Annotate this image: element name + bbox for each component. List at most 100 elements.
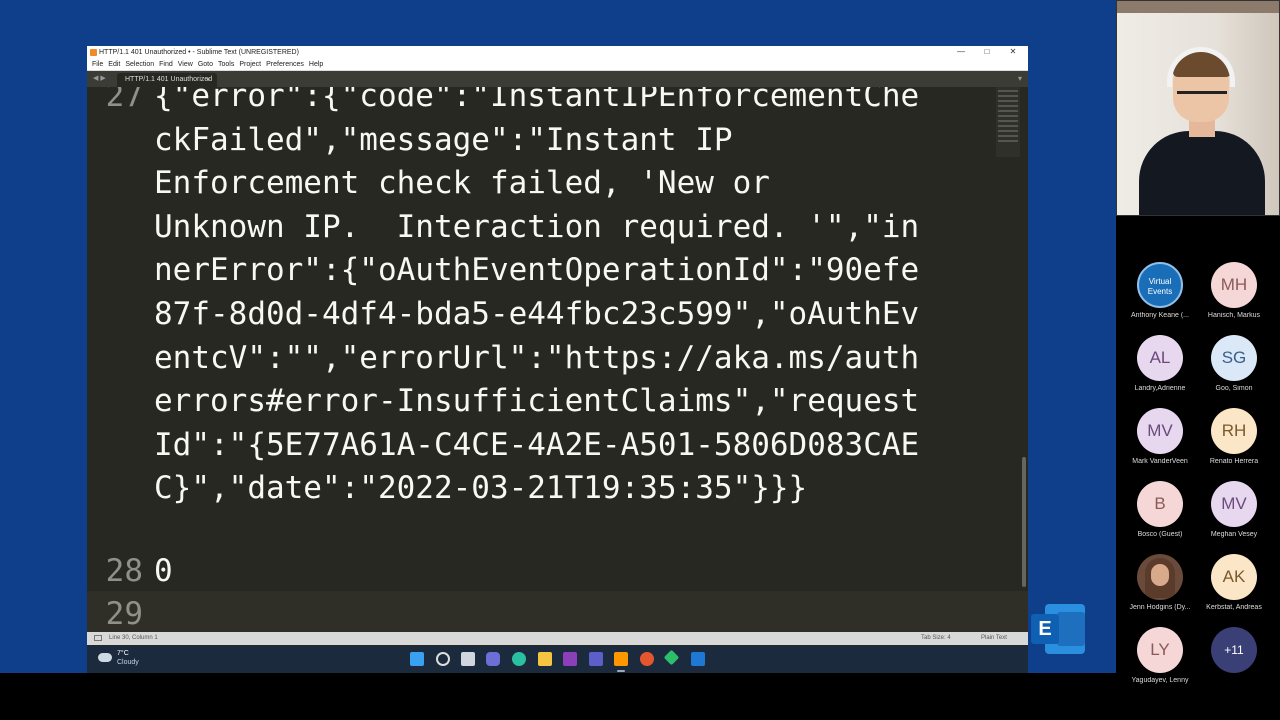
window-title: HTTP/1.1 401 Unauthorized • - Sublime Te… <box>99 49 299 56</box>
participant-tile[interactable]: MV Mark VanderVeen <box>1124 408 1196 465</box>
unsaved-dot-icon[interactable]: ● <box>206 73 210 87</box>
participant-tile[interactable]: MV Meghan Vesey <box>1198 481 1270 538</box>
participant-name: Bosco (Guest) <box>1137 531 1183 538</box>
sublime-text-icon[interactable] <box>614 652 628 666</box>
tab-nav-arrows-icon[interactable]: ◀ ▶ <box>93 74 106 82</box>
menu-goto[interactable]: Goto <box>198 61 213 68</box>
more-participants-button[interactable]: +11 <box>1198 627 1270 673</box>
letterbox-bar <box>0 673 1280 720</box>
teams-chat-icon[interactable] <box>486 652 500 666</box>
windows-start-icon[interactable] <box>410 652 424 666</box>
code-line: entcV":"","errorUrl":"https://aka.ms/aut… <box>154 339 920 376</box>
menu-view[interactable]: View <box>178 61 193 68</box>
menu-find[interactable]: Find <box>159 61 173 68</box>
menu-edit[interactable]: Edit <box>108 61 120 68</box>
participant-tile[interactable]: LY Yagudayev, Lenny <box>1124 627 1196 684</box>
avatar: MV <box>1137 408 1183 454</box>
cloud-icon[interactable] <box>98 653 112 662</box>
code-line: C}","date":"2022-03-21T19:35:35"}}} <box>154 470 808 507</box>
teams-icon[interactable] <box>589 652 603 666</box>
minimize-button[interactable]: — <box>947 46 975 59</box>
code-line: Enforcement check failed, 'New or <box>154 165 770 202</box>
participant-tile[interactable]: AK Kerbstat, Andreas <box>1198 554 1270 611</box>
task-view-icon[interactable] <box>461 652 475 666</box>
edge-icon[interactable] <box>512 652 526 666</box>
participant-name: Jenn Hodgins (Dy... <box>1129 604 1191 611</box>
onenote-icon[interactable] <box>563 652 577 666</box>
code-editor[interactable]: 27 28 29 30 {"error":{"code":"InstantIPE… <box>87 87 1028 632</box>
weather-description[interactable]: Cloudy <box>117 659 139 666</box>
menu-tools[interactable]: Tools <box>218 61 234 68</box>
participant-name: Kerbstat, Andreas <box>1206 604 1262 611</box>
meeting-participants-panel: Virtual Events Anthony Keane (... MH Han… <box>1116 0 1280 684</box>
exchange-logo-icon: E <box>1031 604 1086 654</box>
participant-name: Hanisch, Markus <box>1207 312 1261 319</box>
participant-name: Landry,Adrienne <box>1134 385 1186 392</box>
avatar: MV <box>1211 481 1257 527</box>
code-line: ckFailed","message":"Instant IP <box>154 121 733 158</box>
avatar: B <box>1137 481 1183 527</box>
avatar: MH <box>1211 262 1257 308</box>
more-participants-count: +11 <box>1211 627 1257 673</box>
search-icon[interactable] <box>436 652 450 666</box>
outlook-icon[interactable] <box>691 652 705 666</box>
sublime-text-window: HTTP/1.1 401 Unauthorized • - Sublime Te… <box>87 46 1028 673</box>
chevron-down-icon[interactable]: ▾ <box>1018 74 1022 83</box>
code-line: 87f-8d0d-4df4-bda5-e44fbc23c599","oAuthE… <box>154 296 920 332</box>
vertical-scrollbar[interactable] <box>1022 457 1026 587</box>
code-line: errors#error-InsufficientClaims","reques… <box>154 383 920 420</box>
line-number: 28 <box>105 553 143 589</box>
menu-file[interactable]: File <box>92 61 103 68</box>
code-line: {"error":{"code":"InstantIPEnforcementCh… <box>154 87 920 114</box>
presenter-video <box>1116 0 1280 216</box>
code-line: Id":"{5E77A61A-C4CE-4A2E-A501-5806D083CA… <box>154 426 920 463</box>
participant-tile[interactable]: SG Goo, Simon <box>1198 335 1270 392</box>
code-line: 0 <box>154 553 173 589</box>
avatar: AK <box>1211 554 1257 600</box>
syntax-indicator[interactable]: Plain Text <box>981 632 1007 645</box>
line-number: 29 <box>105 596 143 632</box>
maximize-button[interactable]: □ <box>973 46 1001 59</box>
participant-name: Yagudayev, Lenny <box>1131 677 1189 684</box>
participant-tile[interactable]: Virtual Events Anthony Keane (... <box>1124 262 1196 319</box>
sublime-app-icon <box>90 49 97 56</box>
participant-tile[interactable]: MH Hanisch, Markus <box>1198 262 1270 319</box>
avatar-photo <box>1137 554 1183 600</box>
menu-project[interactable]: Project <box>239 61 261 68</box>
weather-temperature[interactable]: 7°C <box>117 650 129 657</box>
avatar: Virtual Events <box>1137 262 1183 308</box>
participant-tile[interactable]: RH Renato Herrera <box>1198 408 1270 465</box>
status-bar: Line 30, Column 1 Tab Size: 4 Plain Text <box>87 632 1028 645</box>
avatar: LY <box>1137 627 1183 673</box>
avatar: SG <box>1211 335 1257 381</box>
menu-selection[interactable]: Selection <box>125 61 154 68</box>
title-bar: HTTP/1.1 401 Unauthorized • - Sublime Te… <box>87 46 1028 59</box>
participant-tile[interactable]: B Bosco (Guest) <box>1124 481 1196 538</box>
file-explorer-icon[interactable] <box>538 652 552 666</box>
participant-name: Mark VanderVeen <box>1132 458 1188 465</box>
windows-taskbar: 7°C Cloudy <box>87 646 1028 673</box>
participant-name: Meghan Vesey <box>1210 531 1258 538</box>
panel-toggle-icon[interactable] <box>94 635 102 641</box>
line-number: 27 <box>105 87 143 114</box>
menu-help[interactable]: Help <box>309 61 323 68</box>
tab-bar: ◀ ▶ HTTP/1.1 401 Unauthorized ● ▾ <box>87 71 1028 87</box>
avatar: AL <box>1137 335 1183 381</box>
participant-name: Renato Herrera <box>1209 458 1259 465</box>
code-line: nerError":{"oAuthEventOperationId":"90ef… <box>154 252 920 289</box>
tab-size-indicator[interactable]: Tab Size: 4 <box>921 632 951 645</box>
participant-name: Anthony Keane (... <box>1131 312 1189 319</box>
git-icon[interactable] <box>663 649 680 666</box>
participant-tile[interactable]: Jenn Hodgins (Dy... <box>1124 554 1196 611</box>
code-line: Unknown IP. Interaction required. '","in <box>154 208 920 245</box>
tab-document[interactable]: HTTP/1.1 401 Unauthorized ● <box>117 73 217 87</box>
cursor-position: Line 30, Column 1 <box>109 635 158 641</box>
participant-tile[interactable]: AL Landry,Adrienne <box>1124 335 1196 392</box>
menu-preferences[interactable]: Preferences <box>266 61 304 68</box>
participant-name: Goo, Simon <box>1215 385 1253 392</box>
tab-label: HTTP/1.1 401 Unauthorized <box>125 76 213 83</box>
minimap[interactable] <box>996 87 1020 157</box>
current-line-highlight <box>87 591 1028 632</box>
powerpoint-icon[interactable] <box>640 652 654 666</box>
close-button[interactable]: ✕ <box>999 46 1027 59</box>
